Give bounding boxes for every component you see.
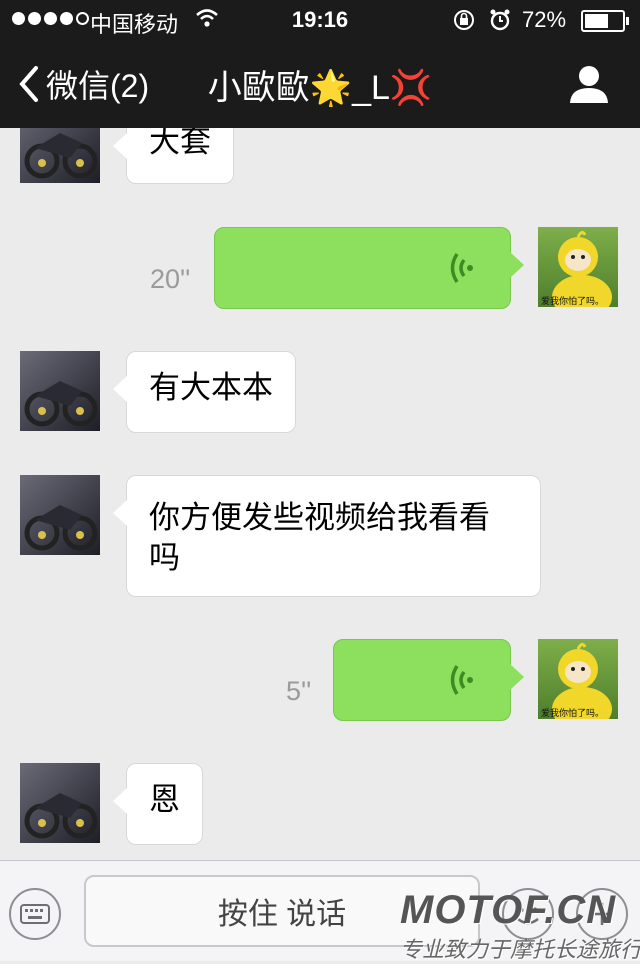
avatar-caption: 爱我你怕了吗。 — [541, 295, 604, 307]
top-bar: 中国移动 19:16 72% 微信(2) 小歐歐🌟_L💢 — [0, 0, 640, 128]
chevron-left-icon — [19, 66, 38, 102]
contact-avatar[interactable] — [20, 763, 100, 843]
my-avatar[interactable]: 爱我你怕了吗。 — [538, 639, 618, 719]
back-button[interactable]: 微信(2) — [18, 62, 149, 106]
rotation-lock-icon — [452, 8, 476, 38]
watermark-logo: MOTOF.CN — [400, 888, 617, 932]
contact-profile-icon[interactable] — [568, 64, 610, 109]
battery-icon — [581, 10, 629, 32]
keyboard-icon — [20, 904, 50, 924]
incoming-message-bubble[interactable]: 你方便发些视频给我看看吗 — [113, 475, 541, 597]
battery-percent: 72% — [522, 7, 567, 32]
alarm-icon — [488, 8, 512, 38]
keyboard-toggle-button[interactable] — [9, 888, 61, 940]
voice-duration: 5'' — [286, 676, 312, 706]
incoming-message-bubble[interactable]: 恩 — [113, 763, 203, 845]
voice-wave-icon — [450, 253, 473, 283]
incoming-message-bubble[interactable]: 有大本本 — [113, 351, 296, 433]
outgoing-voice-bubble[interactable] — [333, 639, 524, 721]
watermark-tagline: 专业致力于摩托长途旅行 — [400, 937, 640, 962]
voice-wave-icon — [450, 665, 473, 695]
outgoing-voice-bubble[interactable] — [214, 227, 524, 309]
contact-avatar[interactable] — [20, 351, 100, 431]
back-button-label: 微信(2) — [46, 68, 150, 104]
site-watermark: MOTOF.CN 专业致力于摩托长途旅行 — [398, 888, 640, 962]
message-text: 大套 — [149, 124, 211, 159]
my-avatar[interactable]: 爱我你怕了吗。 — [538, 227, 618, 307]
status-bar: 中国移动 19:16 72% — [0, 0, 640, 40]
chat-title: 小歐歐🌟_L💢 — [207, 69, 433, 107]
voice-duration: 20'' — [150, 264, 191, 294]
message-text: 你方便发些视频给我看看吗 — [149, 500, 490, 575]
avatar-caption: 爱我你怕了吗。 — [541, 707, 604, 719]
contact-avatar[interactable] — [20, 475, 100, 555]
message-text: 有大本本 — [149, 370, 273, 405]
message-text: 恩 — [149, 782, 180, 817]
